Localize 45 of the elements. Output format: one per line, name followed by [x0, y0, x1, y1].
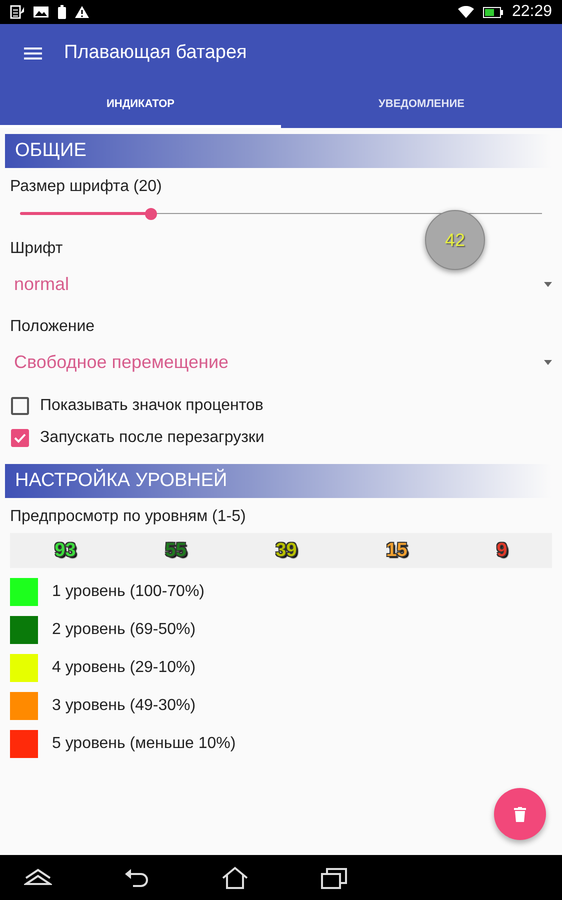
tab[interactable]: ИНДИКАТОР: [0, 82, 281, 128]
checkbox[interactable]: [11, 429, 29, 447]
delete-button[interactable]: [494, 788, 546, 840]
preview-value: 93: [54, 540, 76, 562]
level-label: 1 уровень (100-70%): [52, 583, 204, 601]
dropdown[interactable]: Свободное перемещение: [0, 336, 562, 388]
setting-label: Размер шрифта (20): [10, 178, 162, 196]
section-title: НАСТРОЙКА УРОВНЕЙ: [14, 470, 228, 492]
setting-label: Предпросмотр по уровням (1-5): [10, 508, 246, 526]
color-swatch[interactable]: [10, 730, 38, 758]
wifi-icon: [458, 6, 474, 18]
checkbox[interactable]: [11, 397, 29, 415]
level-label: 3 уровень (49-30%): [52, 697, 196, 715]
color-swatch[interactable]: [10, 692, 38, 720]
recent-apps-icon[interactable]: [320, 866, 348, 890]
slider-thumb[interactable]: [144, 208, 156, 220]
dropdown-arrow-icon: [544, 360, 552, 364]
floating-battery-indicator[interactable]: 42: [425, 210, 485, 270]
warning-icon: [75, 6, 89, 18]
battery-icon: [482, 6, 503, 18]
setting-label: Шрифт: [10, 240, 63, 258]
checkbox-label: Запускать после перезагрузки: [40, 429, 264, 447]
color-swatch[interactable]: [10, 654, 38, 682]
color-swatch[interactable]: [10, 578, 38, 606]
section-title: ОБЩИЕ: [14, 140, 86, 162]
level-label: 4 уровень (29-10%): [52, 659, 196, 677]
preview-value: 55: [165, 540, 186, 562]
dropdown-arrow-icon: [544, 282, 552, 286]
color-swatch[interactable]: [10, 616, 38, 644]
tab[interactable]: УВЕДОМЛЕНИЕ: [281, 82, 562, 128]
clock: 22:29: [512, 3, 552, 21]
battery-icon: [58, 5, 66, 19]
preview-value: 15: [386, 540, 408, 562]
checkbox-label: Показывать значок процентов: [40, 397, 264, 415]
preview-value: 9: [496, 540, 508, 562]
check-icon: [14, 433, 26, 443]
preview-value: 39: [276, 540, 297, 562]
app-title: Плавающая батарея: [64, 42, 247, 64]
trash-icon: [514, 806, 526, 822]
image-icon: [33, 6, 49, 18]
menu-icon[interactable]: [24, 46, 42, 60]
setting-label: Положение: [10, 318, 95, 336]
level-label: 2 уровень (69-50%): [52, 621, 196, 639]
level-label: 5 уровень (меньше 10%): [52, 735, 236, 753]
home-icon[interactable]: [221, 866, 249, 890]
